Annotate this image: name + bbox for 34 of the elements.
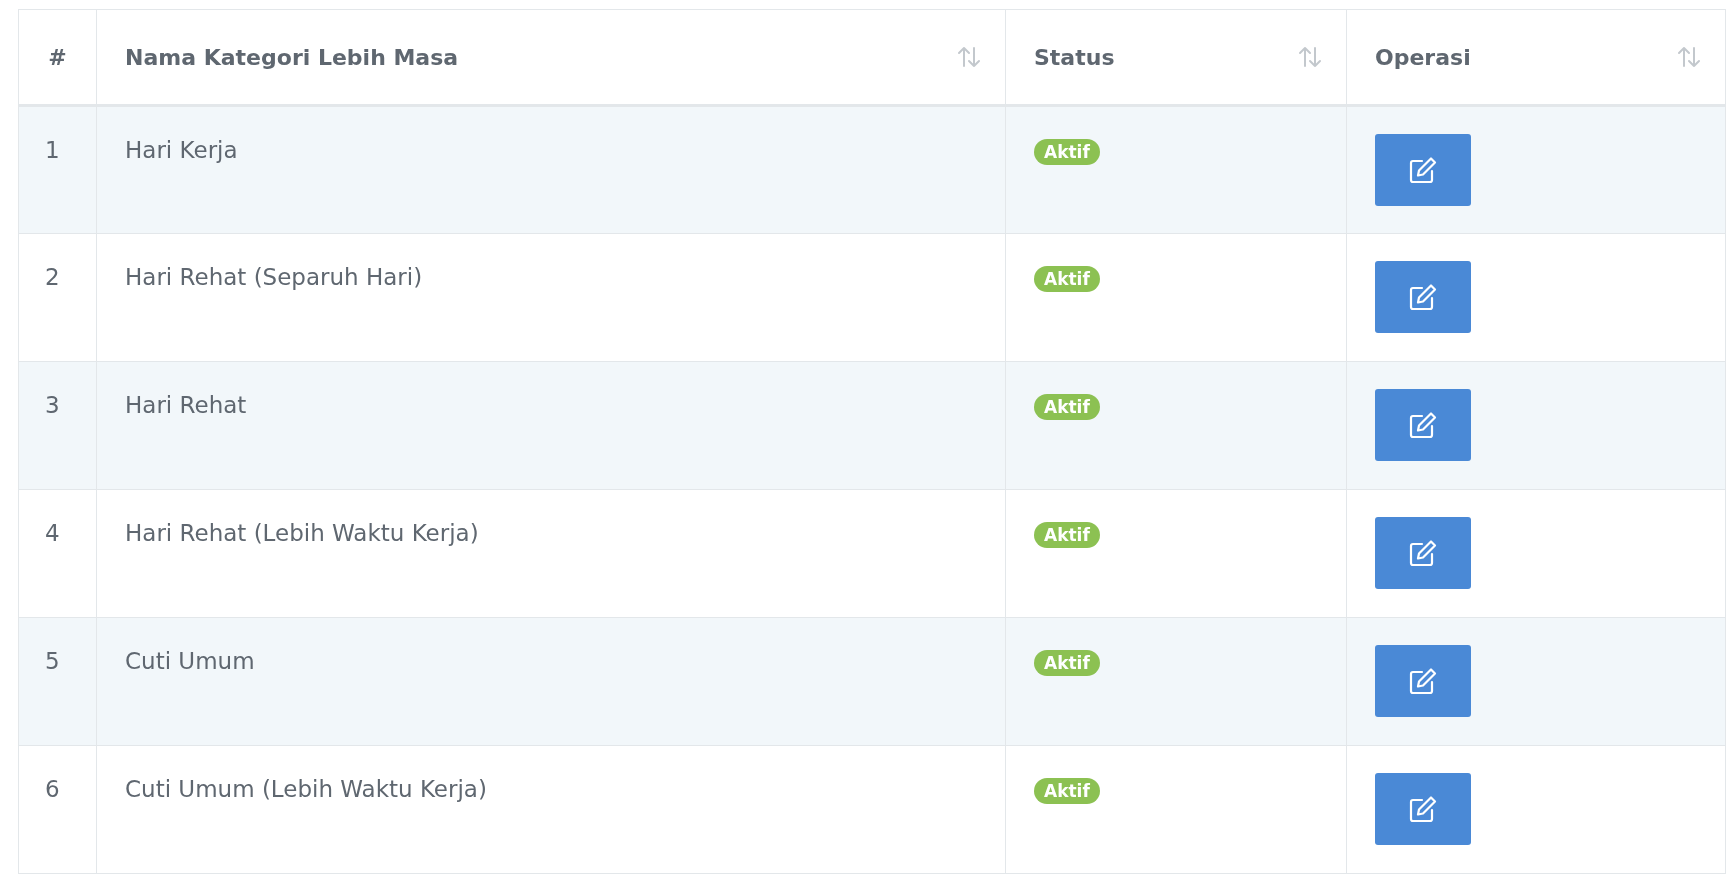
edit-icon: [1408, 156, 1438, 184]
row-number: 2: [45, 264, 60, 290]
category-name: Cuti Umum (Lebih Waktu Kerja): [125, 776, 487, 802]
status-badge: Aktif: [1034, 266, 1100, 292]
category-name: Hari Kerja: [125, 137, 238, 163]
edit-button[interactable]: [1375, 517, 1471, 589]
status-badge: Aktif: [1034, 778, 1100, 804]
edit-button[interactable]: [1375, 389, 1471, 461]
status-badge: Aktif: [1034, 522, 1100, 548]
row-number: 5: [45, 648, 60, 674]
category-name: Cuti Umum: [125, 648, 255, 674]
edit-button[interactable]: [1375, 645, 1471, 717]
category-name: Hari Rehat (Lebih Waktu Kerja): [125, 520, 479, 546]
status-badge: Aktif: [1034, 650, 1100, 676]
edit-icon: [1408, 795, 1438, 823]
category-name: Hari Rehat: [125, 392, 247, 418]
edit-icon: [1408, 411, 1438, 439]
category-name: Hari Rehat (Separuh Hari): [125, 264, 423, 290]
edit-icon: [1408, 283, 1438, 311]
column-header[interactable]: Status: [1034, 44, 1115, 70]
column-header[interactable]: Operasi: [1375, 44, 1471, 70]
column-header[interactable]: Nama Kategori Lebih Masa: [125, 44, 459, 70]
row-number: 1: [45, 137, 60, 163]
edit-button[interactable]: [1375, 134, 1471, 206]
edit-icon: [1408, 539, 1438, 567]
edit-button[interactable]: [1375, 261, 1471, 333]
edit-button[interactable]: [1375, 773, 1471, 845]
row-number: 4: [45, 520, 60, 546]
status-badge: Aktif: [1034, 394, 1100, 420]
row-number: 6: [45, 776, 60, 802]
column-header: #: [48, 44, 67, 70]
row-number: 3: [45, 392, 60, 418]
edit-icon: [1408, 667, 1438, 695]
status-badge: Aktif: [1034, 139, 1100, 165]
